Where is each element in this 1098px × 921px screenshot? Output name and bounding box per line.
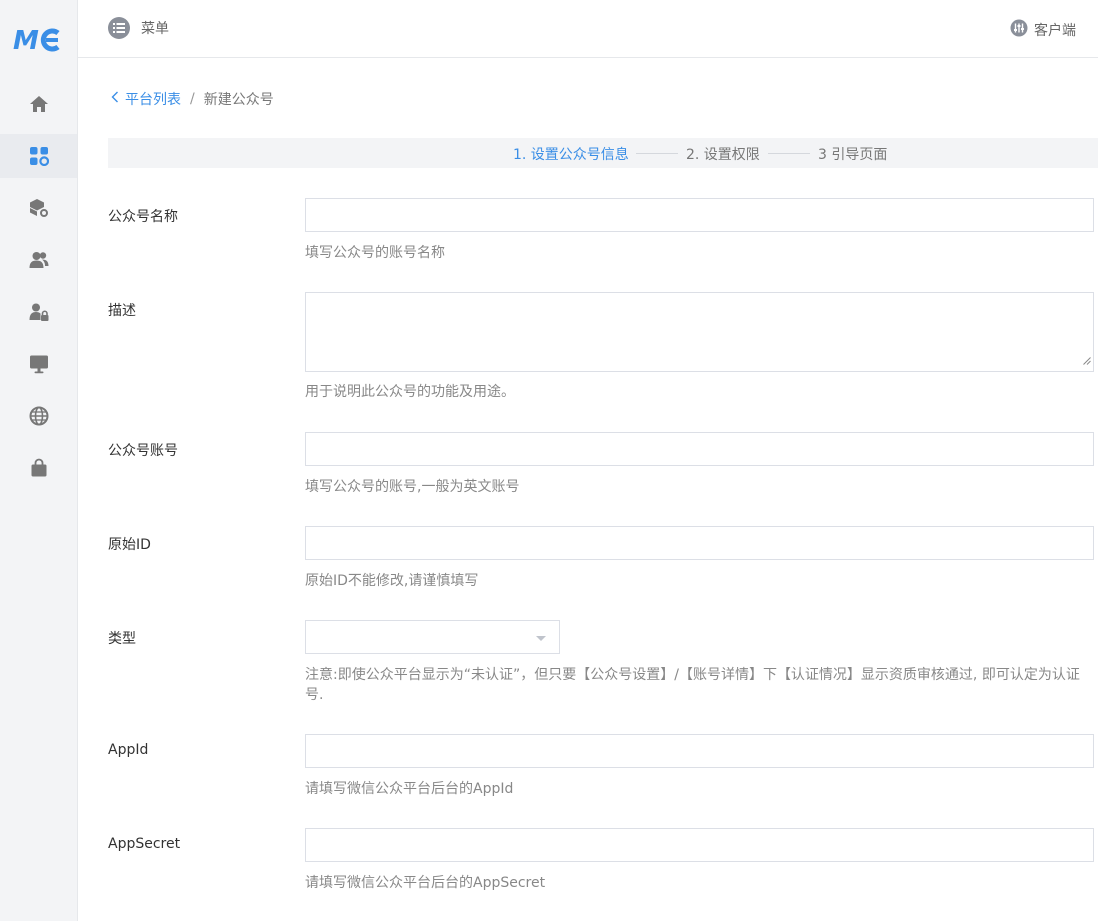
- name-input[interactable]: [305, 198, 1094, 232]
- menu-toggle-button[interactable]: 菜单: [108, 17, 169, 39]
- menu-label: 菜单: [141, 21, 169, 37]
- sliders-icon: [1010, 19, 1028, 41]
- users-icon: [29, 250, 49, 270]
- list-icon: [108, 17, 130, 39]
- client-button[interactable]: 客户端: [1010, 19, 1076, 41]
- caret-down-icon: [536, 636, 546, 641]
- sidebar-item-apps[interactable]: [0, 134, 77, 178]
- appsecret-input[interactable]: [305, 828, 1094, 862]
- account-input[interactable]: [305, 432, 1094, 466]
- step-2[interactable]: 2. 设置权限: [686, 144, 760, 164]
- breadcrumb-back-label: 平台列表: [125, 92, 181, 108]
- sidebar-item-site[interactable]: [0, 394, 77, 438]
- resize-handle-icon[interactable]: [1083, 353, 1091, 369]
- appid-label: AppId: [108, 742, 149, 758]
- type-label: 类型: [108, 631, 136, 647]
- appid-help: 请填写微信公众平台后台的AppId: [305, 781, 514, 797]
- client-label: 客户端: [1034, 23, 1076, 39]
- sidebar-item-home[interactable]: [0, 82, 77, 126]
- original-id-label: 原始ID: [108, 537, 151, 553]
- step-connector: [636, 153, 678, 154]
- wizard-steps: 1. 设置公众号信息 2. 设置权限 3 引导页面: [108, 138, 1098, 168]
- monitor-icon: [29, 354, 49, 374]
- original-id-input[interactable]: [305, 526, 1094, 560]
- appid-input[interactable]: [305, 734, 1094, 768]
- sidebar-item-modules[interactable]: [0, 186, 77, 230]
- breadcrumb-current: 新建公众号: [203, 92, 274, 108]
- sidebar-item-permissions[interactable]: [0, 290, 77, 334]
- description-textarea[interactable]: [305, 292, 1094, 372]
- account-label: 公众号账号: [108, 443, 178, 459]
- step-1[interactable]: 1. 设置公众号信息: [513, 144, 629, 164]
- step-connector: [768, 153, 810, 154]
- type-help: 注意:即使公众平台显示为“未认证”，但只要【公众号设置】/【账号详情】下【认证情…: [305, 667, 1080, 703]
- box-settings-icon: [29, 198, 49, 218]
- sidebar-item-store[interactable]: [0, 446, 77, 490]
- chevron-left-icon: [111, 91, 119, 107]
- name-label: 公众号名称: [108, 209, 178, 225]
- shopping-bag-icon: [29, 458, 49, 478]
- breadcrumb-separator: /: [190, 91, 195, 107]
- sidebar: M: [0, 0, 78, 921]
- appsecret-help: 请填写微信公众平台后台的AppSecret: [305, 875, 546, 891]
- account-help: 填写公众号的账号,一般为英文账号: [305, 479, 520, 495]
- original-id-help: 原始ID不能修改,请谨慎填写: [305, 573, 479, 589]
- apps-settings-icon: [29, 146, 49, 166]
- description-help: 用于说明此公众号的功能及用途。: [305, 384, 515, 400]
- brand-logo[interactable]: M: [12, 24, 64, 56]
- globe-icon: [29, 406, 49, 426]
- sidebar-item-users[interactable]: [0, 238, 77, 282]
- user-lock-icon: [29, 302, 49, 322]
- step-3[interactable]: 3 引导页面: [818, 144, 887, 164]
- breadcrumb-platform-list-link[interactable]: 平台列表: [111, 89, 181, 109]
- home-icon: [29, 94, 49, 114]
- top-header: 菜单 客户端: [78, 0, 1098, 58]
- name-help: 填写公众号的账号名称: [305, 245, 445, 261]
- sidebar-item-monitor[interactable]: [0, 342, 77, 386]
- appsecret-label: AppSecret: [108, 836, 181, 852]
- breadcrumb: 平台列表 / 新建公众号: [111, 89, 274, 109]
- svg-text:M: M: [13, 26, 39, 56]
- type-select[interactable]: [305, 620, 560, 654]
- description-label: 描述: [108, 303, 136, 319]
